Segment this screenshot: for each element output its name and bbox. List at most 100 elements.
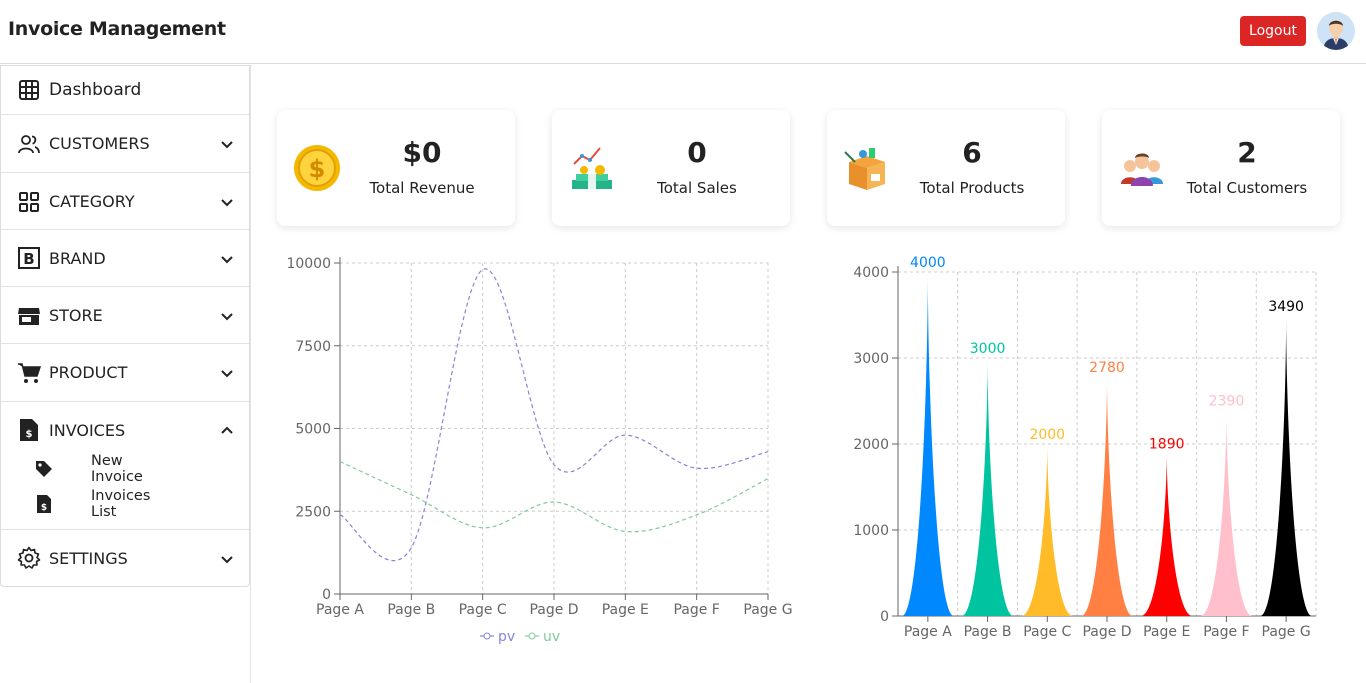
x-tick-label: Page F xyxy=(673,602,719,618)
y-tick-label: 0 xyxy=(880,609,889,625)
chevron-down-icon xyxy=(221,141,233,149)
sidebar-item-customers[interactable]: CUSTOMERS xyxy=(1,115,249,173)
bar-page-a xyxy=(902,272,954,616)
sidebar: Dashboard CUSTOMERS CATEGORY B BRAND STO… xyxy=(0,65,250,587)
x-tick-label: Page D xyxy=(529,602,578,618)
category-icon xyxy=(19,192,39,212)
logout-button[interactable]: Logout xyxy=(1240,16,1306,46)
x-tick-label: Page G xyxy=(743,602,792,618)
svg-text:$: $ xyxy=(309,155,326,183)
bar-page-g xyxy=(1260,315,1312,616)
data-label: 4000 xyxy=(910,255,946,271)
x-tick-label: Page B xyxy=(387,602,435,618)
sidebar-item-dashboard[interactable]: Dashboard xyxy=(1,66,249,115)
x-tick-label: Page A xyxy=(316,602,364,618)
invoices-toggle[interactable]: $ INVOICES xyxy=(1,402,249,458)
data-label: 2000 xyxy=(1029,427,1065,443)
x-tick-label: Page E xyxy=(1143,624,1190,640)
sidebar-item-store[interactable]: STORE xyxy=(1,287,249,344)
gear-icon xyxy=(17,546,41,569)
stat-card-revenue: $ $0 Total Revenue xyxy=(277,110,515,226)
stat-card-customers: 2 Total Customers xyxy=(1102,110,1340,226)
content-divider xyxy=(250,65,251,683)
chevron-up-icon xyxy=(221,426,233,434)
user-avatar[interactable] xyxy=(1317,12,1355,50)
y-tick-label: 3000 xyxy=(853,351,889,367)
store-icon xyxy=(18,308,40,325)
sidebar-item-product[interactable]: PRODUCT xyxy=(1,344,249,402)
data-label: 2390 xyxy=(1209,393,1245,409)
app-title: Invoice Management xyxy=(8,18,226,40)
x-tick-label: Page E xyxy=(602,602,649,618)
dollar-coin-icon: $ xyxy=(294,145,340,191)
chevron-down-icon xyxy=(221,556,233,564)
chevron-down-icon xyxy=(221,370,233,378)
stat-value: 6 xyxy=(962,136,982,169)
sidebar-item-brand[interactable]: B BRAND xyxy=(1,230,249,287)
bar-page-e xyxy=(1140,453,1193,616)
bar-page-b xyxy=(961,358,1014,616)
x-tick-label: Page D xyxy=(1082,624,1131,640)
legend-marker xyxy=(528,632,536,640)
stat-caption: Total Sales xyxy=(657,179,737,197)
svg-text:B: B xyxy=(23,250,34,268)
grid-icon xyxy=(19,80,39,100)
y-tick-label: 7500 xyxy=(295,339,331,355)
data-label: 2780 xyxy=(1089,360,1125,376)
tag-icon xyxy=(36,461,52,477)
sidebar-subitem-invoices-list[interactable]: $ Invoices List xyxy=(35,488,150,520)
y-tick-label: 5000 xyxy=(295,422,331,438)
sidebar-subitem-new-invoice[interactable]: New Invoice xyxy=(35,453,143,485)
chevron-down-icon xyxy=(221,313,233,321)
data-label: 1890 xyxy=(1149,436,1185,452)
y-tick-label: 0 xyxy=(322,587,331,603)
stat-value: 0 xyxy=(687,136,707,169)
chevron-down-icon xyxy=(221,256,233,264)
svg-text:$: $ xyxy=(41,503,47,513)
bar-page-c xyxy=(1021,444,1074,616)
sidebar-item-label: Dashboard xyxy=(49,80,142,100)
sidebar-item-label: SETTINGS xyxy=(49,549,128,568)
invoice-list-icon: $ xyxy=(37,495,51,513)
data-label: 3000 xyxy=(970,341,1006,357)
users-icon xyxy=(18,135,40,154)
top-header: Invoice Management Logout xyxy=(0,0,1366,64)
bar-page-d xyxy=(1081,376,1133,616)
customers-group-icon xyxy=(1121,153,1163,186)
sidebar-item-label: CUSTOMERS xyxy=(49,134,150,153)
x-tick-label: Page B xyxy=(964,624,1012,640)
data-label: 3490 xyxy=(1268,299,1304,315)
brand-icon: B xyxy=(18,247,40,269)
x-tick-label: Page G xyxy=(1262,624,1311,640)
x-tick-label: Page C xyxy=(459,602,507,618)
stat-value: $0 xyxy=(402,136,442,169)
sidebar-subitem-label: New Invoice xyxy=(91,453,143,485)
invoice-icon: $ xyxy=(20,419,38,441)
sidebar-item-category[interactable]: CATEGORY xyxy=(1,173,249,230)
sidebar-item-label: PRODUCT xyxy=(49,363,128,382)
chevron-down-icon xyxy=(221,199,233,207)
legend-label: pv xyxy=(498,629,515,645)
stat-caption: Total Revenue xyxy=(369,179,475,197)
y-tick-label: 2500 xyxy=(295,504,331,520)
stat-caption: Total Products xyxy=(919,179,1025,197)
bar-chart: 0 1000 2000 3000 4000 4000 Page A 3000 Page B 200… xyxy=(853,255,1317,640)
y-tick-label: 10000 xyxy=(286,256,331,272)
cart-icon xyxy=(18,363,41,383)
x-tick-label: Page F xyxy=(1203,624,1249,640)
product-box-icon xyxy=(844,148,885,190)
legend-label: uv xyxy=(543,629,560,645)
sidebar-item-label: STORE xyxy=(49,306,103,325)
sidebar-subitem-label: Invoices List xyxy=(91,488,151,520)
sidebar-item-label: INVOICES xyxy=(49,421,126,440)
y-tick-label: 1000 xyxy=(853,523,889,539)
sidebar-item-label: BRAND xyxy=(49,249,106,268)
sidebar-item-invoices: $ INVOICES New Invoice $ Invoices List xyxy=(1,402,249,530)
stat-value: 2 xyxy=(1237,136,1257,169)
sidebar-item-settings[interactable]: SETTINGS xyxy=(1,530,249,587)
y-tick-label: 2000 xyxy=(853,437,889,453)
stat-card-sales: 0 Total Sales xyxy=(552,110,790,226)
sales-growth-icon xyxy=(572,147,612,189)
x-tick-label: Page A xyxy=(904,624,952,640)
legend-marker xyxy=(483,632,491,640)
